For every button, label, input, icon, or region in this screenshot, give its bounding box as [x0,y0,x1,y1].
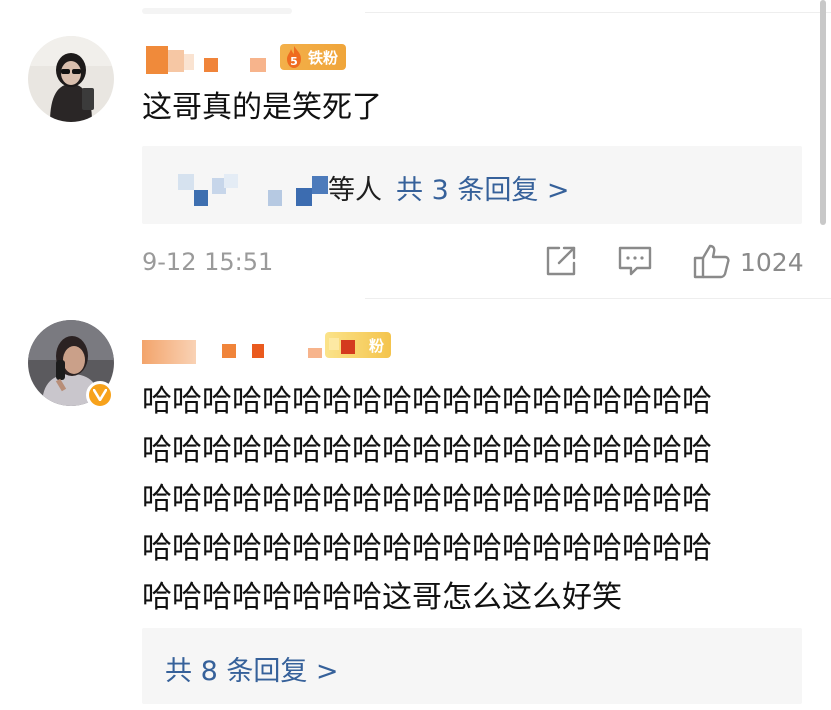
view-replies-link[interactable]: 共 3 条回复 > [396,168,570,207]
username-mosaic[interactable] [142,334,322,366]
comment-text: 这哥真的是笑死了 [142,90,382,125]
username-mosaic[interactable] [142,44,272,76]
fan-badge-label: 铁粉 [308,48,339,67]
fan-badge-label: 粉 [369,336,385,355]
comment-text: 哈哈哈哈哈哈哈哈哈哈哈哈哈哈哈哈哈哈哈 哈哈哈哈哈哈哈哈哈哈哈哈哈哈哈哈哈哈哈 … [142,377,802,622]
replier-names-mosaic [172,172,332,206]
verified-v-icon [86,381,114,409]
reply-prefix-text: 等人 [328,175,382,206]
flame-icon: 5 [282,45,306,69]
fan-level-number: 5 [290,55,298,68]
comment-text-line: 哈哈哈哈哈哈哈哈哈哈哈哈哈哈哈哈哈哈哈 [142,482,712,517]
fan-badge[interactable]: 5 铁粉 [280,44,346,70]
like-count: 1024 [740,248,804,277]
previous-item-remnant [142,8,292,14]
fan-badge[interactable]: 粉 [325,332,391,358]
divider [365,298,831,299]
share-icon[interactable] [544,244,578,282]
avatar[interactable] [28,36,114,122]
comment-text-line: 哈哈哈哈哈哈哈哈哈哈哈哈哈哈哈哈哈哈哈 [142,384,712,419]
comment-text-line: 哈哈哈哈哈哈哈哈哈哈哈哈哈哈哈哈哈哈哈 [142,433,712,468]
comment-icon[interactable] [617,244,653,282]
comment-text-line: 哈哈哈哈哈哈哈哈这哥怎么这么好笑 [142,580,622,615]
scrollbar[interactable] [820,0,826,225]
thumbs-up-icon[interactable] [693,243,731,283]
comment-text-line: 哈哈哈哈哈哈哈哈哈哈哈哈哈哈哈哈哈哈哈 [142,531,712,566]
comment-list: 5 铁粉 这哥真的是笑死了 等人 共 3 条回复 > 9-12 15:51 10… [0,0,831,710]
view-replies-link[interactable]: 共 8 条回复 > [165,649,339,688]
comment-timestamp: 9-12 15:51 [142,248,274,276]
divider [365,12,831,13]
